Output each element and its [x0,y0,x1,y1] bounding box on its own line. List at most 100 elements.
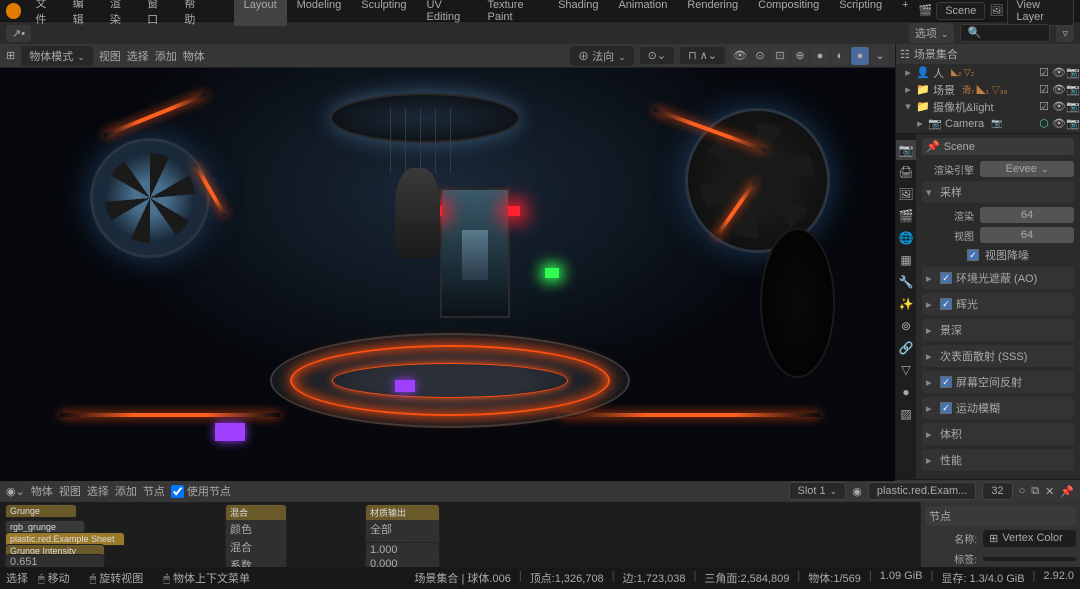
use-nodes-checkbox[interactable] [171,485,184,498]
tab-material[interactable]: ● [896,382,916,402]
ne-menu-select[interactable]: 选择 [87,483,109,499]
filter-icon[interactable]: ▿ [1056,25,1074,42]
mat-copy-icon[interactable]: ⧉ [1031,485,1039,498]
viewlayer-selector[interactable]: View Layer [1007,0,1074,26]
vp-menu-view[interactable]: 视图 [99,48,121,64]
outliner-item[interactable]: ▾📁摄像机&light☑👁📷 [896,98,1080,115]
workspace-tab-layout[interactable]: Layout [234,0,287,26]
solid-shading-icon[interactable]: ● [811,47,829,65]
ne-menu-object[interactable]: 物体 [31,483,53,499]
status-stat: 2.92.0 [1043,570,1074,586]
workspace-tab-shading[interactable]: Shading [548,0,608,26]
status-stat: 显存: 1.3/4.0 GiB [941,570,1024,586]
tab-scene[interactable]: 🎬 [896,206,916,226]
viewport-header: ⊞ 物体模式 视图 选择 添加 物体 ⊕ 法向 ⊙⌄ ⊓ ∧⌄ 👁 ⊙ ⊡ ⊕ … [0,44,895,68]
tab-constraint[interactable]: 🔗 [896,338,916,358]
ne-menu-add[interactable]: 添加 [115,483,137,499]
workspace-tab-texture-paint[interactable]: Texture Paint [478,0,549,26]
menu-window[interactable]: 窗口 [139,0,176,27]
render-samples-input[interactable]: 64 [980,207,1074,223]
workspace-tab-modeling[interactable]: Modeling [287,0,352,26]
workspace-tab-scripting[interactable]: Scripting [829,0,892,26]
render-section[interactable]: ▸体积 [922,423,1074,445]
pin-icon[interactable]: 📌 [1060,485,1074,498]
render-section[interactable]: ▸✓环境光遮蔽 (AO) [922,267,1074,289]
wire-shading-icon[interactable]: ⊕ [791,47,809,65]
matprev-shading-icon[interactable]: ◐ [831,47,849,65]
menu-help[interactable]: 帮助 [176,0,213,27]
snap-toggle[interactable]: ⊓ ∧⌄ [680,47,725,64]
workspace-tab-uv-editing[interactable]: UV Editing [417,0,478,26]
tab-viewlayer[interactable]: 🖼 [896,184,916,204]
node-label-label: 标签: [925,551,977,566]
outliner-item[interactable]: ▸👤人◣₂ ▽₂☑👁📷 [896,64,1080,81]
ne-menu-node[interactable]: 节点 [143,483,165,499]
denoise-checkbox[interactable]: ✓ [967,249,979,261]
slot-dropdown[interactable]: Slot 1 [789,482,847,500]
shader-node[interactable]: 混合颜色混合系数颜色 [225,504,287,567]
outliner-type-icon[interactable]: ☷ [900,48,910,61]
vp-menu-object[interactable]: 物体 [183,48,205,64]
scene-pin-icon[interactable]: 📌 [926,140,940,153]
tab-data[interactable]: ▽ [896,360,916,380]
sampling-section[interactable]: ▾采样 [922,181,1074,203]
tab-physics[interactable]: ⊚ [896,316,916,336]
shader-node[interactable]: Grunge [5,504,77,518]
shader-node[interactable]: 0.651 [5,554,105,567]
workspace-tab-+[interactable]: + [892,0,918,26]
render-section[interactable]: ▸✓辉光 [922,293,1074,315]
node-canvas[interactable]: Grungergb_grungeplastic.red.Example Shee… [0,502,1080,567]
viewport-render[interactable] [0,68,895,481]
tab-object[interactable]: ▦ [896,250,916,270]
render-section[interactable]: ▸性能 [922,449,1074,471]
vp-menu-select[interactable]: 选择 [127,48,149,64]
tab-output[interactable]: 🖨 [896,162,916,182]
viewport-samples-label: 视图 [922,228,974,243]
gizmo-icon[interactable]: 👁 [731,47,749,65]
outliner-item[interactable]: ▸📷Camera📷⬡👁📷 [896,115,1080,132]
object-mode-dropdown[interactable]: 物体模式 [21,46,93,66]
menu-edit[interactable]: 编辑 [65,0,102,27]
tab-modifier[interactable]: 🔧 [896,272,916,292]
editor-type-icon[interactable]: ◉⌄ [6,485,25,498]
render-shading-icon[interactable]: ● [851,47,869,65]
material-name-field[interactable]: plastic.red.Exam... [868,482,976,500]
shading-options-icon[interactable]: ⌄ [871,47,889,65]
render-section[interactable]: ▸次表面散射 (SSS) [922,345,1074,367]
pivot-dropdown[interactable]: ⊙⌄ [640,47,674,64]
scene-selector[interactable]: Scene [936,2,985,20]
tab-render[interactable]: 📷 [896,140,916,160]
render-section[interactable]: ▸景深 [922,319,1074,341]
workspace-tab-rendering[interactable]: Rendering [677,0,748,26]
workspace-tab-animation[interactable]: Animation [608,0,677,26]
render-engine-dropdown[interactable]: Eevee [980,161,1074,177]
vp-menu-add[interactable]: 添加 [155,48,177,64]
ne-menu-view[interactable]: 视图 [59,483,81,499]
node-name-field[interactable]: ⊞Vertex Color [983,530,1076,547]
mat-new-icon[interactable]: ○ [1019,485,1026,497]
workspace-tab-sculpting[interactable]: Sculpting [351,0,416,26]
render-section[interactable]: ▸✓屏幕空间反射 [922,371,1074,393]
tab-texture[interactable]: ▨ [896,404,916,424]
overlay-icon[interactable]: ⊙ [751,47,769,65]
node-label-field[interactable] [983,557,1076,561]
status-bar: 选择🖱 移动🖱 旋转视图🖱 物体上下文菜单 场景集合 | 球体.006|顶点:1… [0,567,1080,589]
menu-file[interactable]: 文件 [27,0,64,27]
menu-render[interactable]: 渲染 [102,0,139,27]
shader-node[interactable]: 1.0000.0000.2000.200 [365,542,440,567]
tab-particle[interactable]: ✨ [896,294,916,314]
outliner-item[interactable]: ▸📁场景滑₇ ◣₁ ▽₉₉☑👁📷 [896,81,1080,98]
options-dropdown[interactable]: 选项 [909,23,955,43]
cursor-tool-icon[interactable]: ↗• [6,25,31,42]
xray-icon[interactable]: ⊡ [771,47,789,65]
3d-viewport[interactable]: ⊞ 物体模式 视图 选择 添加 物体 ⊕ 法向 ⊙⌄ ⊓ ∧⌄ 👁 ⊙ ⊡ ⊕ … [0,44,895,479]
orientation-dropdown[interactable]: ⊕ 法向 [570,46,634,66]
material-users[interactable]: 32 [982,482,1012,500]
workspace-tab-compositing[interactable]: Compositing [748,0,829,26]
outliner-search-input[interactable] [960,24,1050,42]
render-section[interactable]: ▸✓运动模糊 [922,397,1074,419]
tab-world[interactable]: 🌐 [896,228,916,248]
viewport-samples-input[interactable]: 64 [980,227,1074,243]
mat-unlink-icon[interactable]: ✕ [1045,485,1054,498]
editor-type-icon[interactable]: ⊞ [6,49,15,62]
